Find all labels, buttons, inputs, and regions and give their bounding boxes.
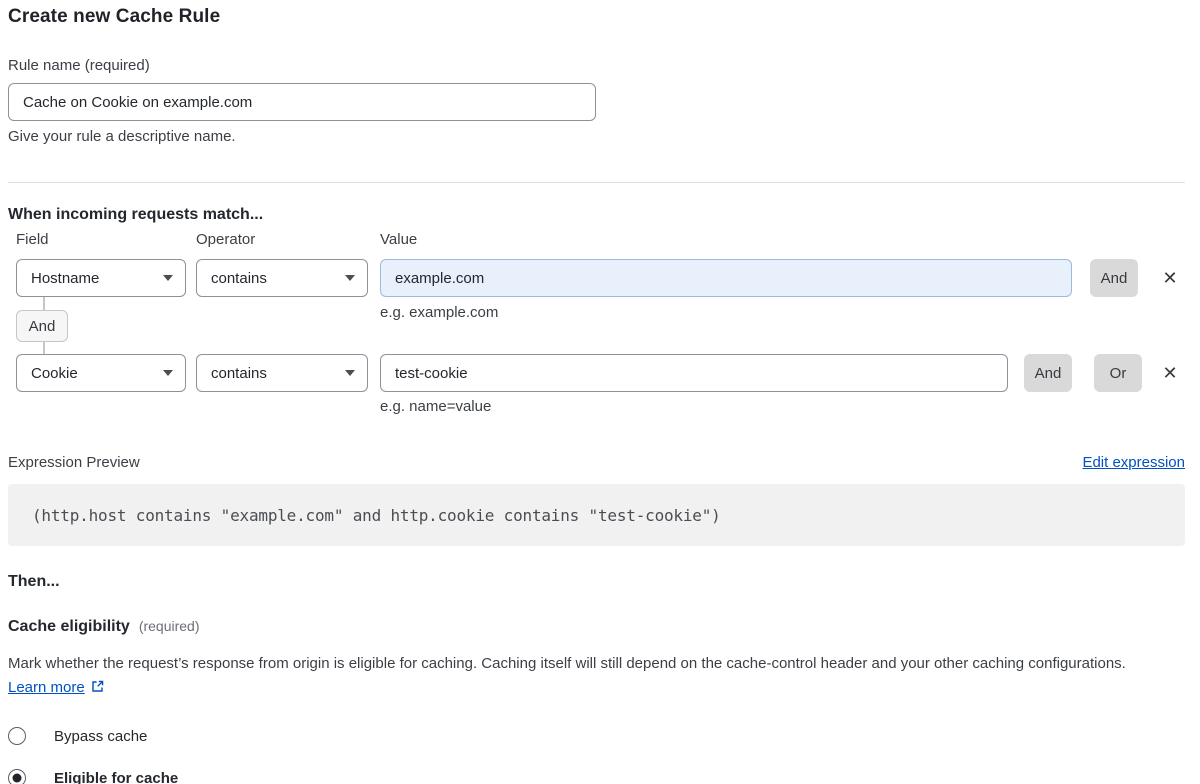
chevron-down-icon bbox=[163, 370, 173, 376]
operator-select-row1-value: contains bbox=[211, 270, 267, 287]
rule-name-help: Give your rule a descriptive name. bbox=[8, 128, 1185, 145]
expression-preview-block: (http.host contains "example.com" and ht… bbox=[8, 484, 1185, 546]
section-divider bbox=[8, 182, 1185, 183]
then-heading: Then... bbox=[8, 573, 1185, 591]
operator-column-label: Operator bbox=[196, 231, 255, 248]
radio-selected-icon[interactable] bbox=[8, 769, 26, 784]
operator-select-row2-value: contains bbox=[211, 365, 267, 382]
chevron-down-icon bbox=[345, 275, 355, 281]
bypass-cache-label: Bypass cache bbox=[54, 728, 147, 745]
description-text: Mark whether the request’s response from… bbox=[8, 655, 1126, 672]
cache-eligibility-title: Cache eligibility bbox=[8, 618, 130, 636]
eligible-for-cache-label: Eligible for cache bbox=[54, 770, 178, 784]
page-title: Create new Cache Rule bbox=[8, 6, 1185, 28]
match-builder: Field Operator Value Hostname contains A… bbox=[8, 224, 1185, 424]
cache-eligibility-heading: Cache eligibility (required) bbox=[8, 618, 1185, 636]
remove-condition-row2-icon[interactable]: ✕ bbox=[1158, 361, 1182, 385]
add-or-condition-row2-button[interactable]: Or bbox=[1094, 354, 1142, 392]
operator-select-row2[interactable]: contains bbox=[196, 354, 368, 392]
chevron-down-icon bbox=[345, 370, 355, 376]
eligible-for-cache-option[interactable]: Eligible for cache bbox=[8, 768, 1185, 784]
field-column-label: Field bbox=[16, 231, 49, 248]
external-link-icon bbox=[90, 678, 105, 702]
operator-select-row1[interactable]: contains bbox=[196, 259, 368, 297]
connector-line-bottom bbox=[43, 342, 45, 354]
cache-eligibility-description: Mark whether the request’s response from… bbox=[8, 652, 1168, 702]
field-select-row1[interactable]: Hostname bbox=[16, 259, 186, 297]
expression-header: Expression Preview Edit expression bbox=[8, 454, 1185, 471]
connector-line-top bbox=[43, 297, 45, 310]
value-column-label: Value bbox=[380, 231, 417, 248]
learn-more-link[interactable]: Learn more bbox=[8, 679, 85, 696]
connector-and-button[interactable]: And bbox=[16, 310, 68, 342]
chevron-down-icon bbox=[163, 275, 173, 281]
bypass-cache-option[interactable]: Bypass cache bbox=[8, 726, 1185, 746]
radio-unselected-icon[interactable] bbox=[8, 727, 26, 745]
match-heading: When incoming requests match... bbox=[8, 206, 1185, 224]
value-hint-row2: e.g. name=value bbox=[380, 398, 491, 415]
field-select-row2-value: Cookie bbox=[31, 365, 78, 382]
required-note: (required) bbox=[139, 618, 200, 634]
expression-code: (http.host contains "example.com" and ht… bbox=[32, 506, 721, 525]
rule-name-input[interactable] bbox=[8, 83, 596, 121]
expression-preview-label: Expression Preview bbox=[8, 454, 140, 471]
rule-name-label: Rule name (required) bbox=[8, 57, 1185, 74]
add-and-condition-row2-button[interactable]: And bbox=[1024, 354, 1072, 392]
add-and-condition-row1-button[interactable]: And bbox=[1090, 259, 1138, 297]
value-input-row1[interactable] bbox=[380, 259, 1072, 297]
field-select-row2[interactable]: Cookie bbox=[16, 354, 186, 392]
value-input-row2[interactable] bbox=[380, 354, 1008, 392]
value-hint-row1: e.g. example.com bbox=[380, 304, 498, 321]
edit-expression-link[interactable]: Edit expression bbox=[1082, 454, 1185, 471]
field-select-row1-value: Hostname bbox=[31, 270, 99, 287]
remove-condition-row1-icon[interactable]: ✕ bbox=[1158, 266, 1182, 290]
